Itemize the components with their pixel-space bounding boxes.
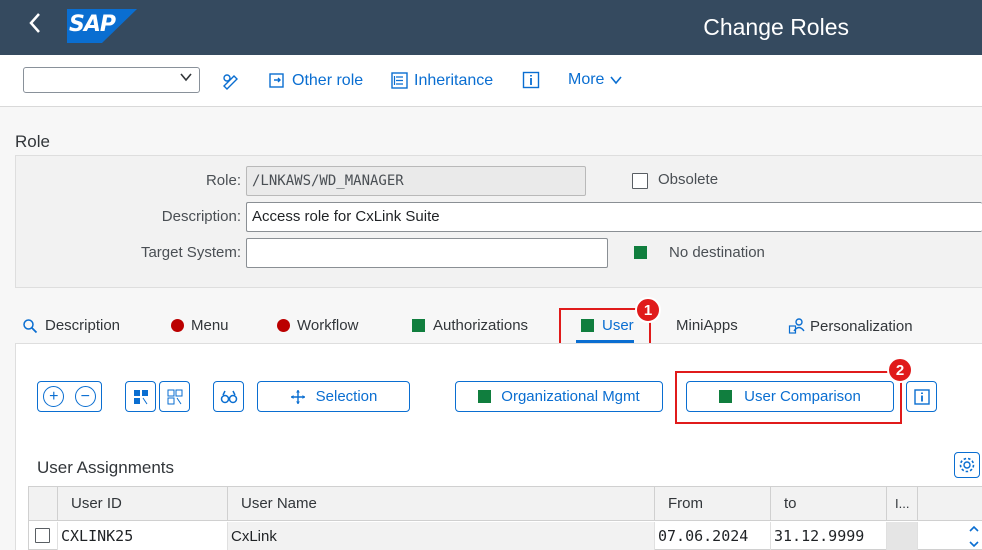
user-assignments-table: User ID User Name From to I... CXLINK25 … xyxy=(28,486,982,550)
tab-workflow[interactable]: Workflow xyxy=(277,317,358,334)
organizational-mgmt-button[interactable]: Organizational Mgmt xyxy=(455,381,663,412)
other-role-button[interactable]: Other role xyxy=(268,71,363,90)
tab-miniapps[interactable]: MiniApps xyxy=(676,317,738,334)
tab-authorizations-label: Authorizations xyxy=(433,317,529,334)
highlight-box-user-comparison xyxy=(675,371,902,424)
user-assignments-title: User Assignments xyxy=(37,458,174,477)
callout-badge-2: 2 xyxy=(887,357,913,383)
target-system-label: Target System: xyxy=(140,244,241,261)
tab-menu-label: Menu xyxy=(191,317,229,334)
info-icon xyxy=(913,388,930,405)
destination-status-indicator xyxy=(634,246,647,259)
chevron-down-icon xyxy=(610,76,623,85)
tab-description-label: Description xyxy=(45,317,121,334)
shell-bar: SAP Change Roles xyxy=(0,0,982,55)
other-role-label: Other role xyxy=(292,71,364,89)
magnifier-icon xyxy=(23,318,38,333)
user-info-button[interactable] xyxy=(906,381,937,412)
column-header-empty xyxy=(918,487,982,521)
personalization-icon xyxy=(788,318,805,334)
description-label: Description: xyxy=(161,208,241,225)
status-red-icon xyxy=(277,319,290,332)
tab-workflow-label: Workflow xyxy=(297,317,359,334)
column-header-from[interactable]: From xyxy=(655,487,771,521)
tab-authorizations[interactable]: Authorizations xyxy=(412,317,528,334)
chevron-down-icon xyxy=(179,70,193,88)
gear-icon xyxy=(959,457,975,473)
deselect-all-button[interactable] xyxy=(159,381,190,412)
row-selector-header[interactable] xyxy=(29,487,58,521)
add-circle-icon[interactable]: + xyxy=(43,386,65,407)
tab-description[interactable]: Description xyxy=(22,317,120,334)
move-arrows-icon xyxy=(290,389,305,404)
row-checkbox[interactable] xyxy=(35,528,50,543)
tab-miniapps-label: MiniApps xyxy=(676,317,738,334)
hierarchy-icon xyxy=(391,72,408,89)
select-all-icon xyxy=(133,389,148,404)
organizational-mgmt-label: Organizational Mgmt xyxy=(501,388,640,405)
command-select[interactable] xyxy=(23,67,200,93)
target-system-field[interactable] xyxy=(246,238,608,268)
selection-label: Selection xyxy=(315,388,378,405)
glasses-icon xyxy=(220,390,237,403)
cell-indicator xyxy=(887,522,918,550)
role-label: Role: xyxy=(205,172,241,189)
column-header-indicator[interactable]: I... xyxy=(887,487,918,521)
sap-logo: SAP xyxy=(67,9,137,43)
description-field[interactable]: Access role for CxLink Suite xyxy=(246,202,982,232)
column-header-user-id[interactable]: User ID xyxy=(58,487,228,521)
switch-icon xyxy=(269,73,284,88)
info-button[interactable] xyxy=(522,71,540,89)
chevron-left-icon xyxy=(29,13,40,33)
remove-circle-icon[interactable]: − xyxy=(74,386,96,407)
select-all-button[interactable] xyxy=(125,381,156,412)
display-change-button[interactable] xyxy=(221,71,241,91)
info-icon xyxy=(522,71,540,89)
obsolete-checkbox[interactable] xyxy=(632,173,648,189)
glasses-pencil-icon xyxy=(223,74,238,90)
more-menu-button[interactable]: More xyxy=(568,71,623,89)
cell-to[interactable]: 31.12.9999 xyxy=(771,522,887,550)
status-red-icon xyxy=(171,319,184,332)
cell-user-name: CxLink xyxy=(228,522,655,550)
inheritance-button[interactable]: Inheritance xyxy=(390,71,493,90)
selection-button[interactable]: Selection xyxy=(257,381,410,412)
back-button[interactable] xyxy=(20,12,50,42)
inheritance-label: Inheritance xyxy=(414,71,494,89)
row-selector[interactable] xyxy=(29,522,58,550)
more-label: More xyxy=(568,71,605,88)
status-green-icon xyxy=(478,390,492,403)
role-field[interactable]: /LNKAWS/WD_MANAGER xyxy=(246,166,586,196)
obsolete-label: Obsolete xyxy=(658,171,719,188)
tab-personalization-label: Personalization xyxy=(810,317,913,335)
table-settings-button[interactable] xyxy=(954,452,980,478)
details-button[interactable] xyxy=(213,381,244,412)
scroll-arrows-icon xyxy=(969,525,979,548)
column-header-to[interactable]: to xyxy=(771,487,887,521)
page-title: Change Roles xyxy=(703,14,849,40)
role-section-title: Role xyxy=(15,132,50,151)
vertical-scroller[interactable] xyxy=(967,523,981,550)
tab-personalization[interactable]: Personalization xyxy=(788,317,913,335)
tab-menu[interactable]: Menu xyxy=(171,317,229,334)
deselect-all-icon xyxy=(167,389,182,404)
status-green-icon xyxy=(412,319,425,332)
expand-collapse-group: + − xyxy=(37,381,102,412)
cell-from[interactable]: 07.06.2024 xyxy=(655,522,771,550)
destination-status-text: No destination xyxy=(669,244,765,261)
cell-user-id[interactable]: CXLINK25 xyxy=(58,522,228,550)
column-header-user-name[interactable]: User Name xyxy=(228,487,655,521)
callout-badge-1: 1 xyxy=(635,297,661,323)
toolbar: Other role Inheritance More xyxy=(0,55,982,107)
